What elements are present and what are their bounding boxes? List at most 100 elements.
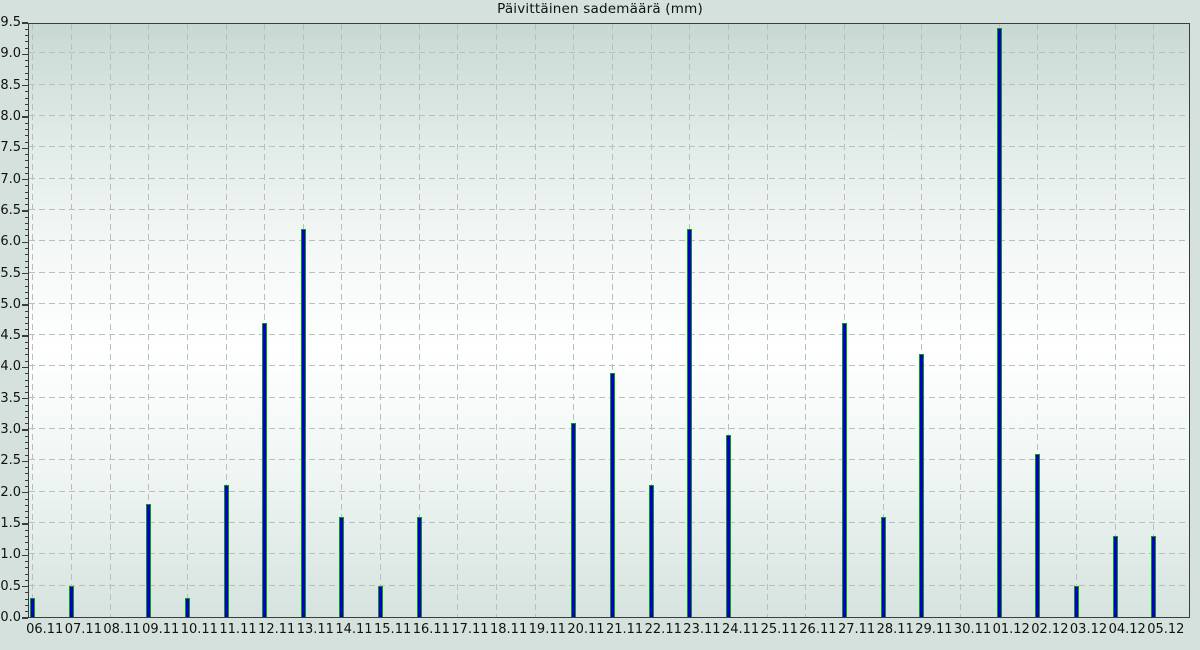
- bar: [571, 423, 576, 617]
- h-gridline: [29, 272, 1189, 273]
- y-axis-major-tick: [22, 367, 28, 368]
- y-axis-minor-tick: [25, 29, 29, 30]
- y-axis-minor-tick: [25, 142, 29, 143]
- h-gridline: [29, 397, 1189, 398]
- y-axis-minor-tick: [25, 91, 29, 92]
- y-tick-label: 7.5: [0, 141, 21, 155]
- y-axis-minor-tick: [25, 580, 29, 581]
- v-gridline: [805, 24, 806, 617]
- y-axis-minor-tick: [25, 167, 29, 168]
- y-axis-minor-tick: [25, 79, 29, 80]
- bar: [378, 586, 383, 617]
- y-axis-minor-tick: [25, 329, 29, 330]
- y-axis-major-tick: [22, 523, 28, 524]
- y-axis-minor-tick: [25, 160, 29, 161]
- rainfall-chart-figure: Päivittäinen sademäärä (mm) 0.00.51.01.5…: [0, 0, 1200, 650]
- y-axis-minor-tick: [25, 561, 29, 562]
- v-gridline: [71, 24, 72, 617]
- bar: [339, 517, 344, 617]
- y-axis-minor-tick: [25, 48, 29, 49]
- chart-title: Päivittäinen sademäärä (mm): [0, 1, 1200, 17]
- y-axis-minor-tick: [25, 279, 29, 280]
- v-gridline: [457, 24, 458, 617]
- bar: [1113, 536, 1118, 617]
- y-axis-major-tick: [22, 22, 28, 23]
- y-tick-label: 8.5: [0, 79, 21, 93]
- y-axis-minor-tick: [25, 229, 29, 230]
- y-tick-label: 4.0: [0, 360, 21, 374]
- v-gridline: [32, 24, 33, 617]
- y-axis-minor-tick: [25, 254, 29, 255]
- h-gridline: [29, 178, 1189, 179]
- y-axis-major-tick: [22, 210, 28, 211]
- y-axis-major-tick: [22, 617, 28, 618]
- y-axis-major-tick: [22, 335, 28, 336]
- h-gridline: [29, 334, 1189, 335]
- y-axis-minor-tick: [25, 192, 29, 193]
- y-axis-minor-tick: [25, 204, 29, 205]
- bar: [417, 517, 422, 617]
- y-axis-minor-tick: [25, 530, 29, 531]
- y-axis-minor-tick: [25, 217, 29, 218]
- y-tick-label: 1.5: [0, 517, 21, 531]
- y-tick-label: 3.5: [0, 392, 21, 406]
- y-axis-minor-tick: [25, 417, 29, 418]
- y-axis-minor-tick: [25, 423, 29, 424]
- y-axis-minor-tick: [25, 123, 29, 124]
- y-axis-minor-tick: [25, 517, 29, 518]
- y-axis-minor-tick: [25, 66, 29, 67]
- bar: [881, 517, 886, 617]
- v-gridline: [767, 24, 768, 617]
- y-axis-minor-tick: [25, 185, 29, 186]
- y-axis-minor-tick: [25, 599, 29, 600]
- y-axis-minor-tick: [25, 605, 29, 606]
- y-axis-major-tick: [22, 148, 28, 149]
- h-gridline: [29, 553, 1189, 554]
- y-axis-minor-tick: [25, 73, 29, 74]
- bar: [262, 323, 267, 617]
- y-axis-major-tick: [22, 85, 28, 86]
- y-axis-minor-tick: [25, 567, 29, 568]
- v-gridline: [535, 24, 536, 617]
- bar: [610, 373, 615, 617]
- y-tick-label: 3.0: [0, 423, 21, 437]
- y-axis-major-tick: [22, 242, 28, 243]
- v-gridline: [1076, 24, 1077, 617]
- y-axis-minor-tick: [25, 536, 29, 537]
- y-axis-minor-tick: [25, 436, 29, 437]
- h-gridline: [29, 303, 1189, 304]
- y-axis-major-tick: [22, 304, 28, 305]
- y-axis-minor-tick: [25, 173, 29, 174]
- bar: [842, 323, 847, 617]
- bar: [687, 229, 692, 617]
- y-axis-major-tick: [22, 492, 28, 493]
- y-tick-label: 9.5: [0, 16, 21, 30]
- y-axis-major-tick: [22, 398, 28, 399]
- y-tick-label: 6.0: [0, 235, 21, 249]
- y-axis-minor-tick: [25, 110, 29, 111]
- h-gridline: [29, 365, 1189, 366]
- y-axis-minor-tick: [25, 311, 29, 312]
- y-axis-minor-tick: [25, 60, 29, 61]
- y-axis-minor-tick: [25, 104, 29, 105]
- y-axis-major-tick: [22, 555, 28, 556]
- bar: [30, 598, 35, 617]
- y-axis-minor-tick: [25, 129, 29, 130]
- y-axis-minor-tick: [25, 248, 29, 249]
- y-axis-minor-tick: [25, 292, 29, 293]
- h-gridline: [29, 209, 1189, 210]
- y-tick-label: 1.0: [0, 548, 21, 562]
- y-tick-label: 0.0: [0, 611, 21, 625]
- y-axis-minor-tick: [25, 261, 29, 262]
- y-axis-minor-tick: [25, 405, 29, 406]
- h-gridline: [29, 585, 1189, 586]
- y-tick-label: 5.0: [0, 298, 21, 312]
- y-axis-minor-tick: [25, 480, 29, 481]
- v-gridline: [1115, 24, 1116, 617]
- y-axis-minor-tick: [25, 35, 29, 36]
- v-gridline: [960, 24, 961, 617]
- bar: [69, 586, 74, 617]
- y-axis-minor-tick: [25, 286, 29, 287]
- bar: [919, 354, 924, 617]
- y-axis-minor-tick: [25, 549, 29, 550]
